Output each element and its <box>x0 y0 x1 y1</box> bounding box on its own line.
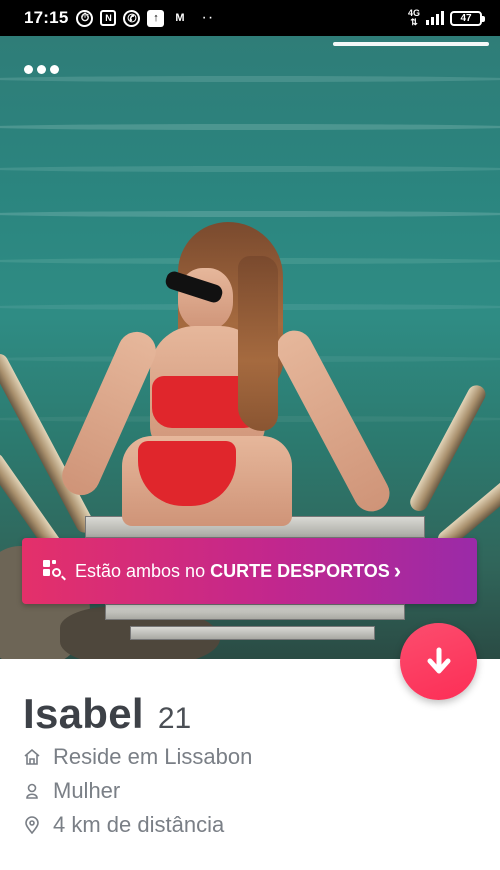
chevron-right-icon: › <box>393 558 402 583</box>
gender-row: Mulher <box>23 776 480 806</box>
person-icon <box>23 782 41 800</box>
common-interest-banner[interactable]: Estão ambos no CURTE DESPORTOS › <box>22 538 477 604</box>
name-row: Isabel 21 <box>23 690 480 738</box>
status-bar: 17:15 ⏱ N ✆ ↑ M ·· 4G ⇅ 47 <box>0 0 500 36</box>
profile-info: Isabel 21 Reside em Lissabon Mulher 4 km… <box>23 690 480 840</box>
arrow-down-icon <box>427 647 450 673</box>
banner-text: Estão ambos no CURTE DESPORTOS <box>75 561 390 582</box>
whatsapp-icon: ✆ <box>123 9 141 27</box>
status-time: 17:15 <box>24 8 69 27</box>
upload-icon: ↑ <box>147 9 165 27</box>
notification-icons: ⏱ N ✆ ↑ M ·· <box>76 9 214 27</box>
distance-text: 4 km de distância <box>53 812 225 837</box>
profile-age: 21 <box>157 702 192 735</box>
data-arrows-icon: ⇅ <box>410 17 418 27</box>
ladder-step <box>105 604 405 620</box>
banner-prefix: Estão ambos no <box>75 560 211 581</box>
network-indicator: 4G ⇅ <box>408 9 420 27</box>
show-less-button[interactable] <box>400 623 477 700</box>
nfc-icon: N <box>100 10 117 26</box>
residence-row: Reside em Lissabon <box>23 742 480 772</box>
explore-icon <box>43 560 65 582</box>
distance-row: 4 km de distância <box>23 810 480 840</box>
photo-progress-bar <box>333 42 489 46</box>
location-pin-icon <box>23 816 41 834</box>
profile-name: Isabel <box>23 690 144 737</box>
signal-icon <box>426 11 444 25</box>
ladder-rail-right <box>407 382 489 515</box>
ladder-step <box>130 626 375 640</box>
home-icon <box>23 748 41 766</box>
alarm-icon: ⏱ <box>76 9 94 27</box>
hair-strand <box>238 256 278 431</box>
banner-highlight: CURTE DESPORTOS <box>210 560 390 581</box>
residence-text: Reside em Lissabon <box>53 744 253 769</box>
more-options-icon[interactable] <box>24 65 59 74</box>
battery-level: 47 <box>460 12 472 24</box>
more-notifications-icon: ·· <box>201 9 215 26</box>
gender-text: Mulher <box>53 778 121 803</box>
gmail-icon: M <box>175 12 185 24</box>
battery-icon: 47 <box>450 10 485 26</box>
system-icons: 4G ⇅ 47 <box>408 9 485 27</box>
